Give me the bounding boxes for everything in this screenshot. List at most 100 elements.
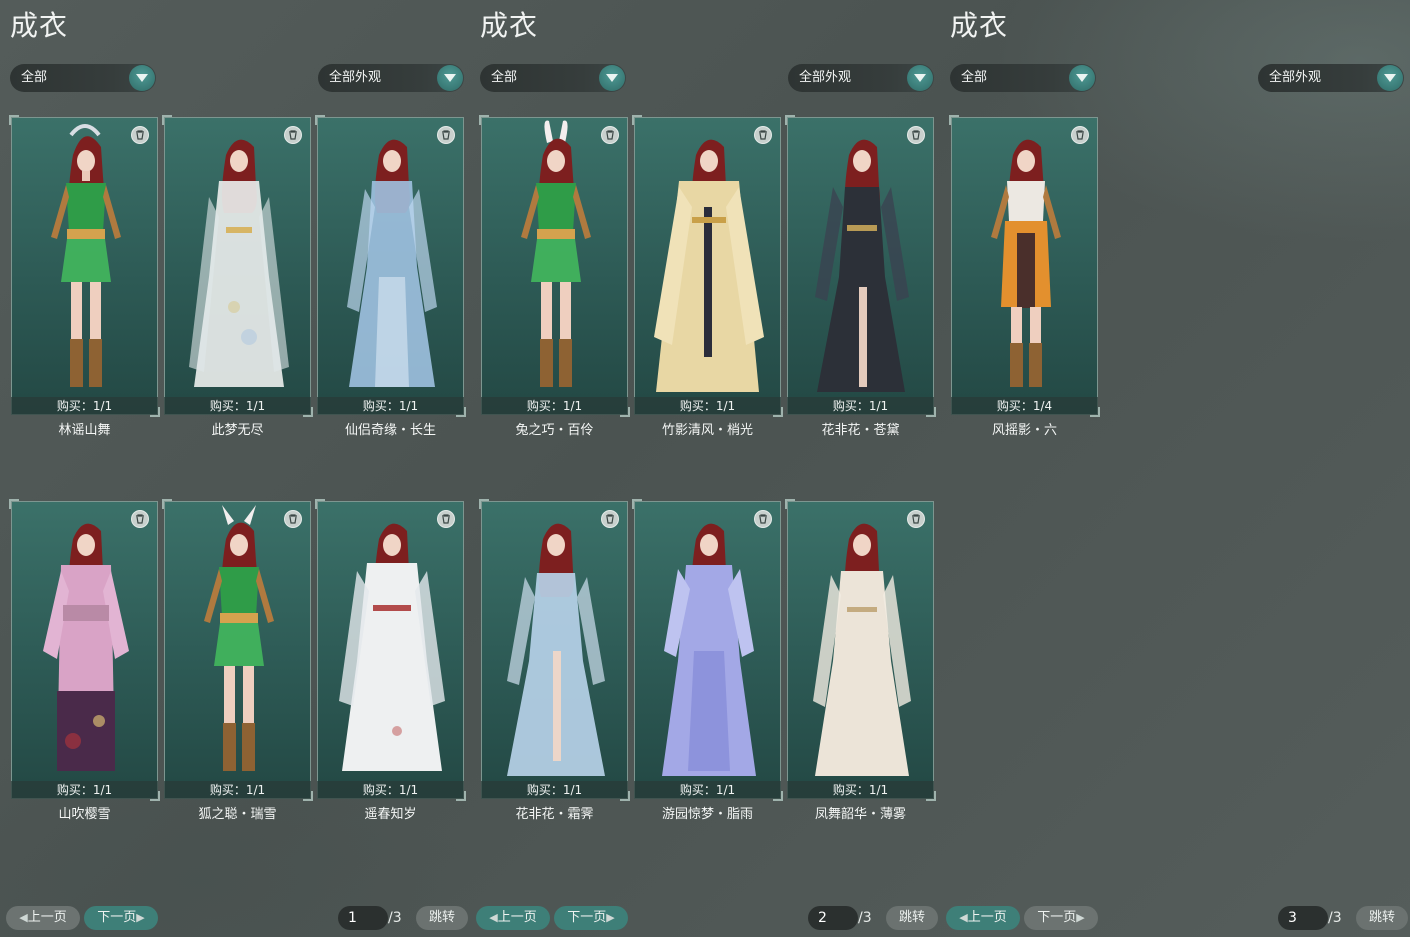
outfit-card[interactable]: 购买：1/1 林谣山舞 [9, 115, 160, 438]
outfit-preview-image [815, 139, 909, 392]
prev-page-button[interactable]: ◀上一页 [476, 906, 550, 930]
page-number-input[interactable]: 2 [808, 906, 858, 930]
outfit-card[interactable]: 购买：1/1 竹影清风・梢光 [632, 115, 783, 438]
outfit-card[interactable]: 购买：1/1 山吹樱雪 [9, 499, 160, 822]
dropdown-value: 全部 [491, 70, 518, 85]
category-filter-dropdown[interactable]: 全部 [10, 64, 156, 92]
outfit-card[interactable]: 购买：1/1 仙侣奇缘・长生 [315, 115, 466, 438]
purchase-count: 购买：1/4 [951, 397, 1098, 415]
outfit-card[interactable]: 购买：1/1 此梦无尽 [162, 115, 313, 438]
outfit-card[interactable]: 购买：1/1 兔之巧・百伶 [479, 115, 630, 438]
jump-button[interactable]: 跳转 [416, 906, 468, 930]
chevron-left-icon: ◀ [19, 911, 28, 924]
outfit-preview-image [654, 139, 764, 392]
outfit-card[interactable]: 购买：1/1 游园惊梦・脂雨 [632, 499, 783, 822]
chevron-left-icon: ◀ [959, 911, 968, 924]
panel-title: 成衣 [950, 9, 1009, 42]
chevron-down-icon [437, 65, 463, 91]
next-page-label: 下一页 [97, 910, 137, 925]
next-page-button[interactable]: 下一页▶ [84, 906, 158, 930]
page-number-value: 1 [348, 910, 357, 926]
outfit-panel-3: 成衣 全部 全部外观 购买：1/4 风摇影・六 ◀上一页 下一页▶ 3 /3 跳… [940, 0, 1410, 937]
outfit-name: 山吹樱雪 [58, 807, 111, 822]
appearance-filter-dropdown[interactable]: 全部外观 [788, 64, 934, 92]
delete-button[interactable] [437, 510, 455, 528]
outfit-card[interactable]: 购买：1/1 凤舞韶华・薄雾 [785, 499, 936, 822]
delete-button[interactable] [284, 126, 302, 144]
chevron-right-icon: ▶ [136, 911, 145, 924]
dropdown-value: 全部 [961, 70, 988, 85]
outfit-name: 狐之聪・瑞雪 [198, 807, 277, 822]
trash-icon [606, 514, 614, 524]
page-total: /3 [858, 910, 872, 926]
delete-button[interactable] [907, 510, 925, 528]
trash-icon [289, 130, 297, 140]
trash-icon [136, 514, 144, 524]
panel-title: 成衣 [480, 9, 539, 42]
chevron-left-icon: ◀ [489, 911, 498, 924]
trash-icon [606, 130, 614, 140]
dropdown-value: 全部外观 [799, 70, 852, 85]
delete-button[interactable] [907, 126, 925, 144]
appearance-filter-dropdown[interactable]: 全部外观 [318, 64, 464, 92]
category-filter-dropdown[interactable]: 全部 [950, 64, 1096, 92]
delete-button[interactable] [131, 126, 149, 144]
delete-button[interactable] [601, 126, 619, 144]
outfit-name: 遥春知岁 [364, 807, 417, 822]
page-number-input[interactable]: 3 [1278, 906, 1328, 930]
delete-button[interactable] [754, 510, 772, 528]
purchase-count: 购买：1/1 [481, 397, 628, 415]
outfit-preview-image [347, 139, 437, 387]
chevron-down-icon [1069, 65, 1095, 91]
outfit-panel-2: 成衣 全部 全部外观 购买：1/1 兔之巧・百伶 购买：1/1 竹影清风・梢光 … [470, 0, 940, 937]
next-page-button[interactable]: 下一页▶ [554, 906, 628, 930]
outfit-card[interactable]: 购买：1/1 遥春知岁 [315, 499, 466, 822]
dropdown-value: 全部外观 [329, 70, 382, 85]
page-number-input[interactable]: 1 [338, 906, 388, 930]
delete-button[interactable] [437, 126, 455, 144]
chevron-down-icon [1377, 65, 1403, 91]
chevron-down-icon [599, 65, 625, 91]
trash-icon [289, 514, 297, 524]
outfit-preview-image [521, 120, 591, 387]
outfit-name: 竹影清风・梢光 [661, 423, 753, 438]
outfit-preview-image [991, 139, 1061, 387]
panel-title: 成衣 [10, 9, 69, 42]
outfit-name: 花非花・霜霁 [515, 807, 594, 822]
delete-button[interactable] [754, 126, 772, 144]
next-page-button[interactable]: 下一页▶ [1024, 906, 1098, 930]
outfit-preview-image [43, 523, 129, 771]
page-total: /3 [1328, 910, 1342, 926]
category-filter-dropdown[interactable]: 全部 [480, 64, 626, 92]
outfit-card[interactable]: 购买：1/1 狐之聪・瑞雪 [162, 499, 313, 822]
trash-icon [442, 514, 450, 524]
prev-page-label: 上一页 [967, 910, 1007, 925]
chevron-down-icon [907, 65, 933, 91]
outfit-card[interactable]: 购买：1/1 花非花・苍黛 [785, 115, 936, 438]
outfit-preview-image [339, 523, 445, 771]
purchase-count: 购买：1/1 [481, 781, 628, 799]
outfit-card[interactable]: 购买：1/1 花非花・霜霁 [479, 499, 630, 822]
chevron-down-icon [129, 65, 155, 91]
outfit-card[interactable]: 购买：1/4 风摇影・六 [949, 115, 1100, 438]
trash-icon [1076, 130, 1084, 140]
outfit-preview-image [51, 124, 121, 387]
trash-icon [442, 130, 450, 140]
delete-button[interactable] [284, 510, 302, 528]
appearance-filter-dropdown[interactable]: 全部外观 [1258, 64, 1404, 92]
delete-button[interactable] [131, 510, 149, 528]
jump-button[interactable]: 跳转 [1356, 906, 1408, 930]
jump-button[interactable]: 跳转 [886, 906, 938, 930]
purchase-count: 购买：1/1 [317, 781, 464, 799]
delete-button[interactable] [601, 510, 619, 528]
trash-icon [136, 130, 144, 140]
purchase-count: 购买：1/1 [787, 397, 934, 415]
prev-page-button[interactable]: ◀上一页 [6, 906, 80, 930]
outfit-name: 兔之巧・百伶 [515, 423, 594, 438]
outfit-name: 风摇影・六 [991, 423, 1057, 438]
prev-page-button[interactable]: ◀上一页 [946, 906, 1020, 930]
delete-button[interactable] [1071, 126, 1089, 144]
prev-page-label: 上一页 [27, 910, 67, 925]
outfit-preview-image [204, 505, 274, 771]
page-number-value: 3 [1288, 910, 1297, 926]
